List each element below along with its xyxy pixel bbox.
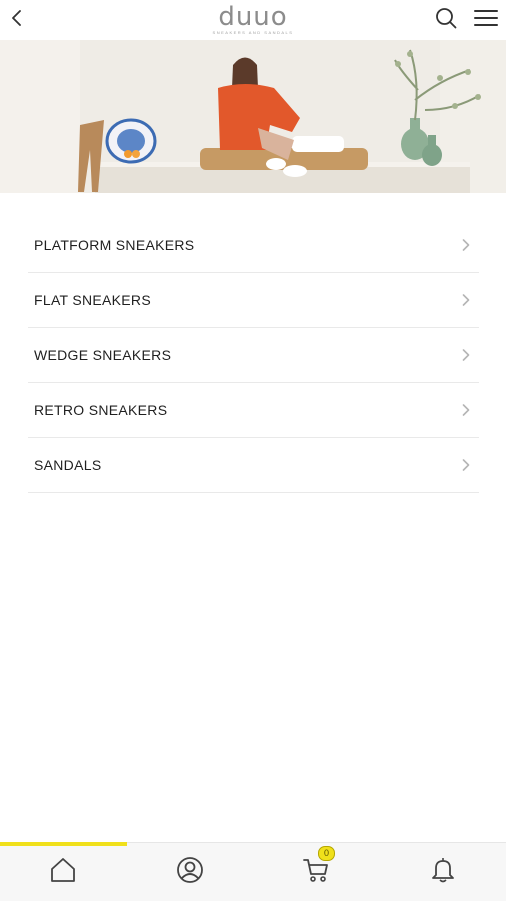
logo-wordmark: duuo <box>218 2 288 32</box>
category-label: RETRO SNEAKERS <box>34 402 168 418</box>
category-label: SANDALS <box>34 457 102 473</box>
cart-count-badge: 0 <box>318 846 335 861</box>
category-label: FLAT SNEAKERS <box>34 292 151 308</box>
chevron-right-icon <box>459 348 473 362</box>
chevron-right-icon <box>459 403 473 417</box>
brand-logo[interactable]: duuo SNEAKERS AND SANDALS <box>0 2 506 35</box>
search-icon <box>435 7 457 34</box>
hero-banner[interactable] <box>0 40 506 193</box>
category-item-wedge-sneakers[interactable]: WEDGE SNEAKERS <box>28 328 479 383</box>
bottom-tab-bar <box>0 842 506 901</box>
app-header: duuo SNEAKERS AND SANDALS <box>0 0 506 40</box>
category-list: PLATFORM SNEAKERS FLAT SNEAKERS WEDGE SN… <box>28 218 479 493</box>
category-label: WEDGE SNEAKERS <box>34 347 172 363</box>
category-item-retro-sneakers[interactable]: RETRO SNEAKERS <box>28 383 479 438</box>
active-tab-indicator <box>0 842 127 846</box>
category-item-platform-sneakers[interactable]: PLATFORM SNEAKERS <box>28 218 479 273</box>
chevron-right-icon <box>459 458 473 472</box>
logo-tagline: SNEAKERS AND SANDALS <box>212 30 294 35</box>
bell-icon <box>430 856 456 889</box>
cart-icon <box>302 857 330 888</box>
hero-image <box>0 40 506 193</box>
chevron-right-icon <box>459 293 473 307</box>
home-icon <box>49 857 77 888</box>
tab-home[interactable] <box>0 843 126 901</box>
search-button[interactable] <box>432 6 460 34</box>
category-label: PLATFORM SNEAKERS <box>34 237 195 253</box>
user-circle-icon <box>176 856 204 889</box>
tab-account[interactable] <box>127 843 253 901</box>
chevron-right-icon <box>459 238 473 252</box>
tab-notifications[interactable] <box>380 843 506 901</box>
tab-cart[interactable] <box>253 843 379 901</box>
category-item-sandals[interactable]: SANDALS <box>28 438 479 493</box>
category-item-flat-sneakers[interactable]: FLAT SNEAKERS <box>28 273 479 328</box>
menu-button[interactable] <box>472 6 500 34</box>
hamburger-menu-icon <box>474 9 498 32</box>
